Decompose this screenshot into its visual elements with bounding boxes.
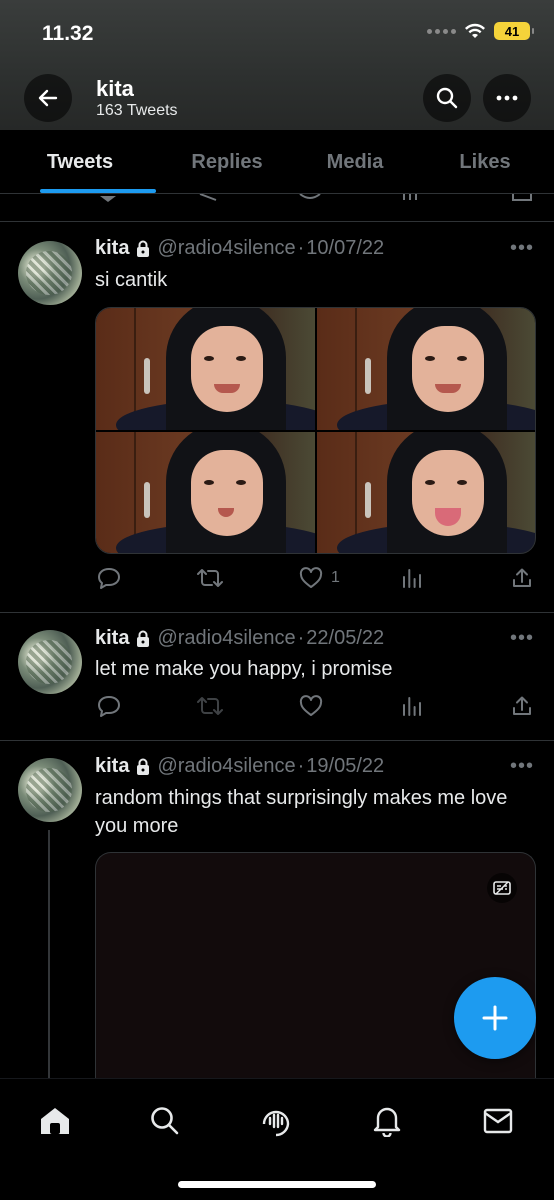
bell-icon	[373, 1107, 401, 1137]
tweet-video[interactable]	[95, 852, 536, 1092]
tab-likes[interactable]: Likes	[416, 130, 554, 193]
tweet-more-button[interactable]: •••	[510, 237, 534, 260]
tweet[interactable]: kita @radio4silence · 22/05/22 ••• let m…	[0, 613, 554, 741]
plus-icon	[482, 1005, 508, 1031]
avatar[interactable]	[18, 758, 82, 822]
tab-replies[interactable]: Replies	[160, 130, 294, 193]
heart-icon	[299, 695, 323, 716]
search-icon	[436, 87, 458, 109]
reply-icon	[98, 568, 120, 589]
retweet-icon	[197, 569, 223, 587]
wifi-icon	[465, 23, 485, 38]
tweet-photo[interactable]	[96, 431, 315, 553]
analytics-icon	[403, 697, 421, 716]
more-icon	[496, 95, 518, 101]
captions-button[interactable]	[487, 873, 517, 903]
avatar[interactable]	[18, 241, 82, 305]
battery-indicator: 41	[494, 22, 534, 40]
separator: ·	[297, 755, 305, 777]
tweet-text: let me make you happy, i promise	[95, 658, 393, 680]
nav-home[interactable]	[33, 1099, 77, 1143]
home-indicator[interactable]	[178, 1181, 376, 1188]
like-button[interactable]	[299, 695, 323, 717]
tweet-date[interactable]: 19/05/22	[306, 755, 384, 778]
share-icon	[513, 568, 531, 587]
retweet-button[interactable]	[197, 695, 223, 717]
tweet-photo[interactable]	[316, 431, 535, 553]
separator: ·	[297, 627, 305, 649]
search-button[interactable]	[423, 74, 471, 122]
profile-header: 11.32 41 kita 163 Tweets	[0, 0, 554, 130]
like-button[interactable]: 1	[299, 567, 340, 589]
retweet-icon	[197, 697, 223, 715]
tweet[interactable]: kita @radio4silence · 10/07/22 ••• si ca…	[0, 223, 554, 613]
tweet-header: kita @radio4silence · 22/05/22	[95, 627, 384, 650]
share-button[interactable]	[511, 567, 533, 589]
tweet-header: kita @radio4silence · 10/07/22	[95, 237, 384, 260]
status-icons: 41	[427, 22, 534, 40]
tweet-text: random things that surprisingly makes me…	[95, 787, 508, 837]
nav-notifications[interactable]	[365, 1099, 409, 1143]
display-name[interactable]: kita	[95, 755, 129, 778]
like-count: 1	[331, 569, 340, 586]
tweet-more-button[interactable]: •••	[510, 755, 534, 778]
heart-icon	[299, 567, 323, 588]
thread-connector	[48, 830, 50, 1078]
nav-messages[interactable]	[476, 1099, 520, 1143]
lock-icon	[135, 630, 151, 648]
tweet-header: kita @radio4silence · 19/05/22	[95, 755, 384, 778]
bottom-navigation	[0, 1078, 554, 1200]
back-arrow-icon	[38, 89, 58, 107]
tweet-date[interactable]: 22/05/22	[306, 627, 384, 650]
reply-icon	[98, 696, 120, 717]
tab-tweets[interactable]: Tweets	[0, 130, 160, 193]
reply-button[interactable]	[97, 695, 121, 717]
tweet-text: si cantik	[95, 269, 168, 291]
views-button[interactable]	[401, 695, 423, 717]
reply-button[interactable]	[97, 567, 121, 589]
more-options-button[interactable]	[483, 74, 531, 122]
tweet-date[interactable]: 10/07/22	[306, 237, 384, 260]
tweet-actions	[95, 695, 535, 723]
tweet-photo[interactable]	[96, 308, 315, 430]
analytics-icon	[403, 569, 421, 588]
spaces-icon	[262, 1110, 290, 1137]
username[interactable]: @radio4silence	[157, 755, 295, 778]
home-icon	[41, 1108, 69, 1134]
previous-tweet-actions	[0, 194, 554, 222]
search-icon	[151, 1107, 179, 1135]
avatar[interactable]	[18, 630, 82, 694]
display-name[interactable]: kita	[95, 627, 129, 650]
nav-spaces[interactable]	[254, 1099, 298, 1143]
lock-icon	[135, 240, 151, 258]
previous-actions-icons	[100, 194, 532, 202]
lock-icon	[135, 758, 151, 776]
separator: ·	[297, 237, 305, 259]
share-button[interactable]	[511, 695, 533, 717]
tweet-photo[interactable]	[316, 308, 535, 430]
share-icon	[513, 696, 531, 715]
compose-tweet-button[interactable]	[454, 977, 536, 1059]
tweet-actions: 1	[95, 567, 535, 595]
profile-tabs: Tweets Replies Media Likes	[0, 130, 554, 194]
profile-name: kita	[96, 76, 134, 101]
captions-icon	[493, 881, 511, 895]
photo-grid[interactable]	[95, 307, 536, 554]
back-button[interactable]	[24, 74, 72, 122]
retweet-button[interactable]	[197, 567, 223, 589]
tweet-more-button[interactable]: •••	[510, 627, 534, 650]
signal-icon	[427, 28, 456, 34]
tweet-count: 163 Tweets	[96, 102, 178, 119]
username[interactable]: @radio4silence	[157, 627, 295, 650]
status-time: 11.32	[42, 22, 94, 45]
nav-search[interactable]	[143, 1099, 187, 1143]
tab-media[interactable]: Media	[294, 130, 416, 193]
display-name[interactable]: kita	[95, 237, 129, 260]
mail-icon	[483, 1108, 513, 1134]
username[interactable]: @radio4silence	[157, 237, 295, 260]
views-button[interactable]	[401, 567, 423, 589]
